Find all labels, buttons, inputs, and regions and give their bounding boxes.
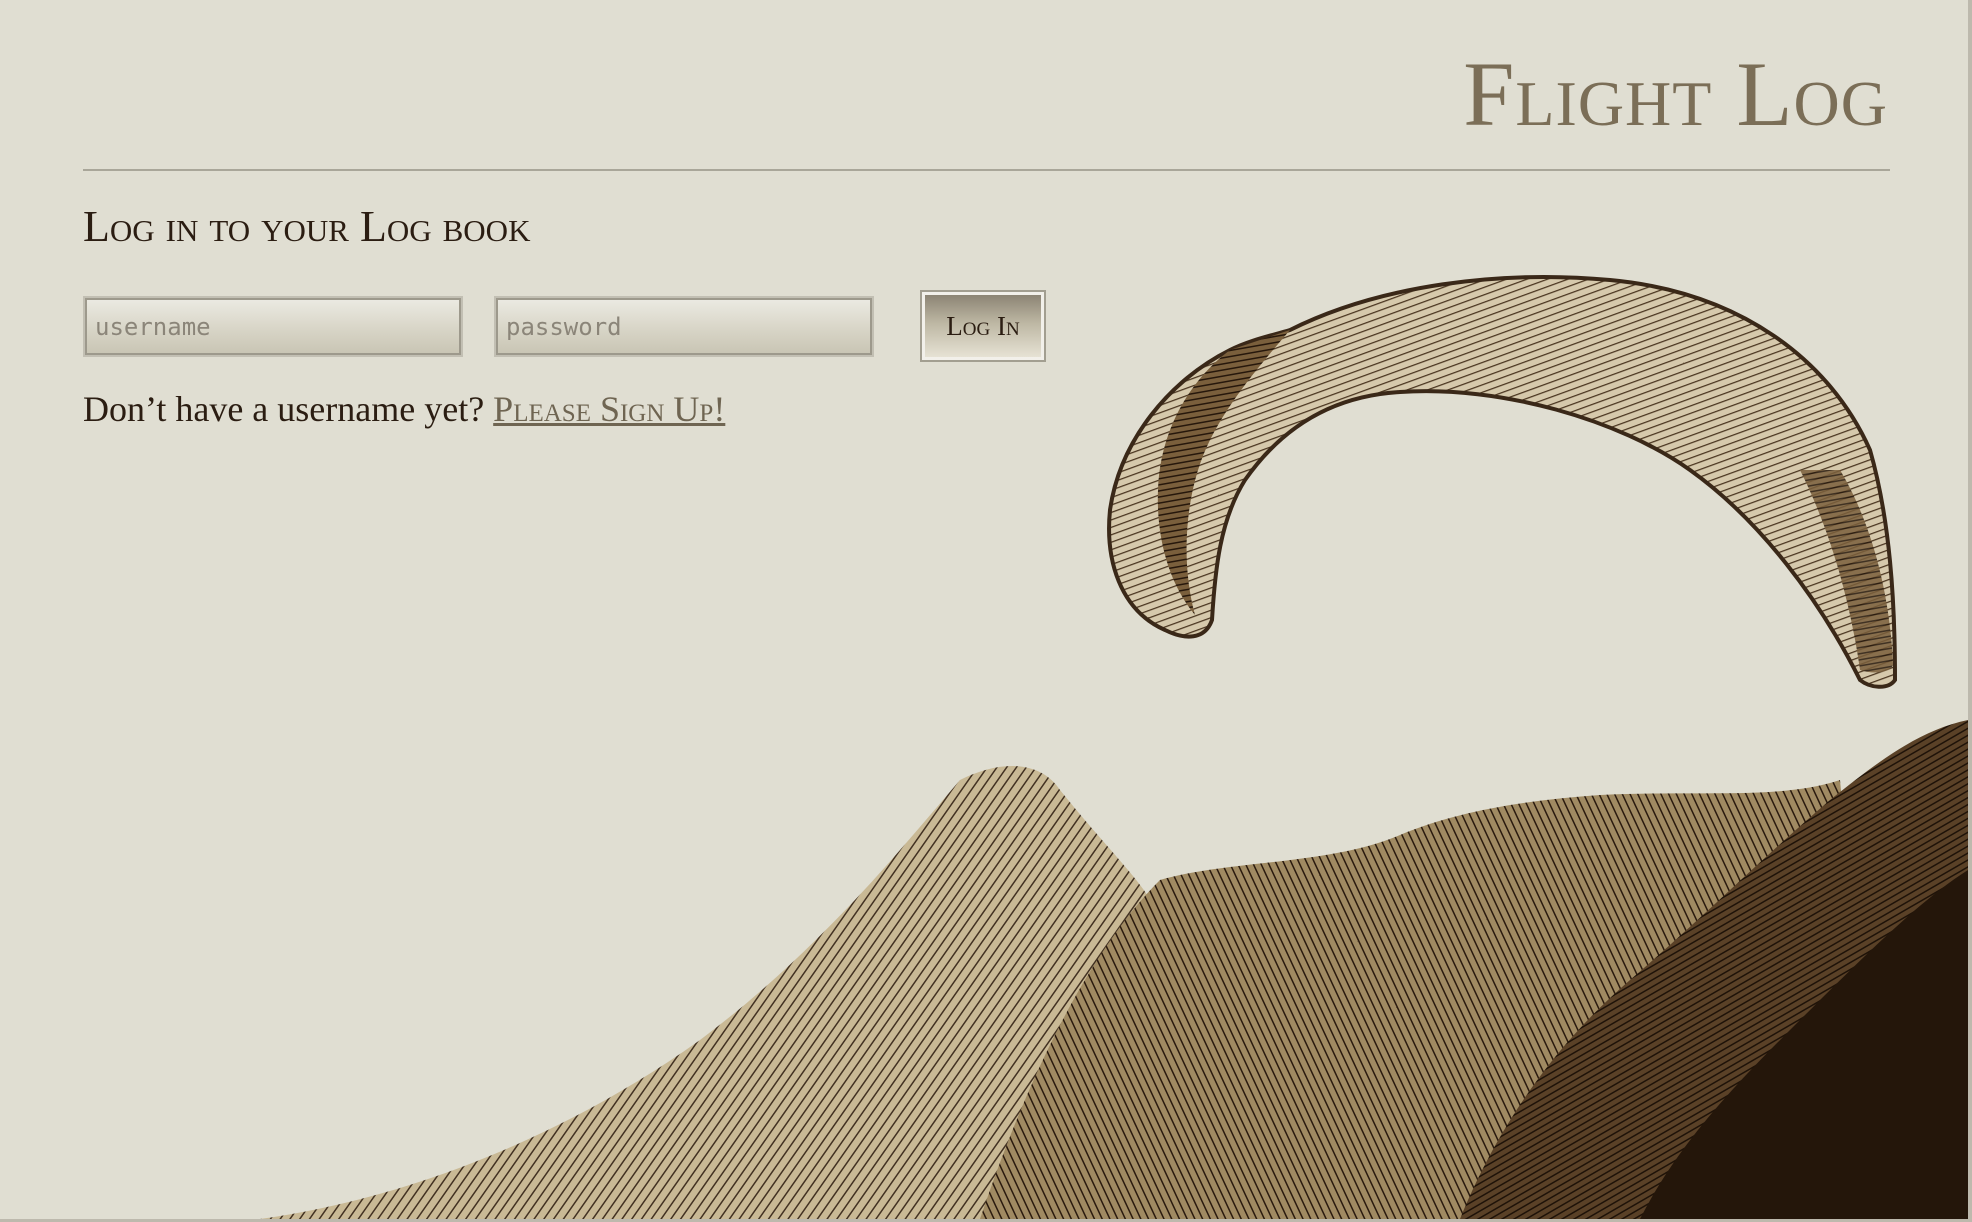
signup-prompt-text: Don’t have a username yet? — [83, 389, 494, 429]
header-divider — [83, 169, 1890, 171]
paraglider-wing — [1107, 275, 1898, 689]
username-input[interactable] — [83, 296, 463, 357]
signup-link[interactable]: Please Sign Up! — [493, 389, 725, 429]
paraglider-over-mountains-illustration — [260, 275, 1968, 1219]
login-heading: Log in to your Log book — [83, 202, 531, 251]
site-title: Flight Log — [1463, 43, 1888, 145]
signup-prompt: Don’t have a username yet? Please Sign U… — [83, 388, 725, 431]
password-input[interactable] — [494, 296, 874, 357]
login-page: Flight Log Log in to your Log book Log I… — [0, 0, 1972, 1222]
login-button[interactable]: Log In — [922, 292, 1044, 360]
